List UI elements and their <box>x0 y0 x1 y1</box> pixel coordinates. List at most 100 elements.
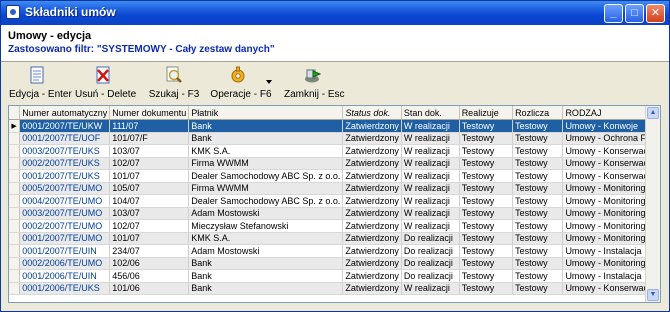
table-cell[interactable]: 0002/2007/TE/UKS <box>19 157 111 170</box>
column-header[interactable]: Numer automatyczny <box>19 106 111 120</box>
table-cell[interactable]: 0005/2007/TE/UMO <box>19 182 111 195</box>
table-cell[interactable]: W realizacji <box>401 119 460 133</box>
table-cell[interactable]: Zatwierdzony <box>342 144 402 158</box>
table-cell[interactable]: 101/07 <box>109 169 190 183</box>
vertical-scrollbar[interactable]: ▲ ▼ <box>645 106 660 302</box>
table-row[interactable]: 0001/2007/TE/UIN 234/07 Adam Mostowski Zatw… <box>9 244 660 258</box>
table-cell[interactable]: Firma WWMM <box>188 182 344 195</box>
delete-button[interactable]: Usuń - Delete <box>75 66 136 100</box>
table-cell[interactable]: 0001/2007/TE/UKW <box>19 119 111 133</box>
table-cell[interactable]: 102/06 <box>109 257 190 270</box>
search-button[interactable]: Szukaj - F3 <box>147 66 201 100</box>
table-cell[interactable]: W realizacji <box>401 207 460 220</box>
operations-button[interactable]: Operacje - F6 <box>209 66 273 100</box>
table-cell[interactable]: Testowy <box>459 269 514 283</box>
table-cell[interactable]: 0001/2006/TE/UKS <box>19 282 111 295</box>
column-header[interactable]: Rozlicza <box>512 106 564 120</box>
table-cell[interactable]: Testowy <box>459 157 514 170</box>
table-cell[interactable]: 0002/2007/TE/UMO <box>19 219 111 233</box>
table-cell[interactable]: 0002/2006/TE/UMO <box>19 257 111 270</box>
table-cell[interactable]: 101/06 <box>109 282 190 295</box>
table-cell[interactable]: Do realizacji <box>401 244 460 258</box>
table-cell[interactable]: Testowy <box>512 194 564 208</box>
table-cell[interactable]: Testowy <box>459 182 514 195</box>
column-header[interactable]: Status dok. <box>342 106 402 120</box>
title-bar[interactable]: Składniki umów _ □ ✕ <box>1 1 669 25</box>
table-cell[interactable]: Bank <box>188 132 344 145</box>
table-cell[interactable]: Testowy <box>459 132 514 145</box>
table-cell[interactable]: W realizacji <box>401 282 460 295</box>
table-cell[interactable]: Zatwierdzony <box>342 269 402 283</box>
table-row[interactable]: 0002/2007/TE/UKS 102/07 Firma WWMM Zatwierd… <box>9 157 660 170</box>
table-row[interactable]: 0001/2007/TE/UMO 101/07 KMK S.A. Zatwierdzo… <box>9 232 660 245</box>
table-cell[interactable]: Mieczysław Stefanowski <box>188 219 344 233</box>
row-indicator[interactable] <box>9 132 21 145</box>
table-cell[interactable]: Do realizacji <box>401 257 460 270</box>
maximize-button[interactable]: □ <box>625 4 644 23</box>
table-row[interactable]: 0005/2007/TE/UMO 105/07 Firma WWMM Zatwierd… <box>9 182 660 195</box>
table-cell[interactable]: Zatwierdzony <box>342 232 402 245</box>
table-row[interactable]: 0003/2007/TE/UKS 103/07 KMK S.A. Zatwierdzo… <box>9 144 660 158</box>
table-cell[interactable]: Zatwierdzony <box>342 169 402 183</box>
table-cell[interactable]: Testowy <box>512 119 564 133</box>
table-row[interactable]: 0002/2006/TE/UMO 102/06 Bank Zatwierdzony Do… <box>9 257 660 270</box>
table-cell[interactable]: 234/07 <box>109 244 190 258</box>
table-cell[interactable]: Zatwierdzony <box>342 132 402 145</box>
row-indicator[interactable] <box>9 244 21 258</box>
column-header[interactable]: Numer dokumentu <box>109 106 190 120</box>
table-cell[interactable]: 0001/2007/TE/UMO <box>19 232 111 245</box>
row-indicator[interactable] <box>9 194 21 208</box>
row-indicator[interactable] <box>9 157 21 170</box>
table-cell[interactable]: Testowy <box>459 257 514 270</box>
table-cell[interactable]: 111/07 <box>109 119 190 133</box>
table-cell[interactable]: Bank <box>188 269 344 283</box>
operations-dropdown-arrow[interactable] <box>265 76 273 84</box>
table-cell[interactable]: 102/07 <box>109 157 190 170</box>
table-cell[interactable]: W realizacji <box>401 144 460 158</box>
table-cell[interactable]: Testowy <box>512 282 564 295</box>
table-cell[interactable]: Zatwierdzony <box>342 194 402 208</box>
table-cell[interactable]: W realizacji <box>401 219 460 233</box>
table-cell[interactable]: 102/07 <box>109 219 190 233</box>
table-cell[interactable]: Zatwierdzony <box>342 282 402 295</box>
table-cell[interactable]: 103/07 <box>109 144 190 158</box>
table-cell[interactable]: KMK S.A. <box>188 232 344 245</box>
column-header[interactable]: Płatnik <box>188 106 344 120</box>
table-cell[interactable]: 456/06 <box>109 269 190 283</box>
table-cell[interactable]: Testowy <box>459 207 514 220</box>
table-cell[interactable]: Testowy <box>512 244 564 258</box>
table-cell[interactable]: Bank <box>188 257 344 270</box>
scroll-down-button[interactable]: ▼ <box>647 289 659 301</box>
table-cell[interactable]: 105/07 <box>109 182 190 195</box>
table-cell[interactable]: Adam Mostowski <box>188 207 344 220</box>
table-row[interactable]: 0001/2006/TE/UKS 101/06 Bank Zatwierdzony W … <box>9 282 660 295</box>
table-cell[interactable]: Zatwierdzony <box>342 244 402 258</box>
row-indicator[interactable]: ▶ <box>9 119 21 133</box>
table-cell[interactable]: Bank <box>188 119 344 133</box>
table-cell[interactable]: W realizacji <box>401 157 460 170</box>
table-row[interactable]: 0001/2006/TE/UIN 456/06 Bank Zatwierdzony Do… <box>9 269 660 283</box>
table-cell[interactable]: 0003/2007/TE/UMO <box>19 207 111 220</box>
table-cell[interactable]: 101/07 <box>109 232 190 245</box>
table-cell[interactable]: 0001/2007/TE/UIN <box>19 244 111 258</box>
row-indicator[interactable] <box>9 257 21 270</box>
table-cell[interactable]: 0004/2007/TE/UMO <box>19 194 111 208</box>
column-header[interactable]: Stan dok. <box>401 106 460 120</box>
close-window-button[interactable]: Zamknij - Esc <box>284 66 345 100</box>
row-indicator[interactable] <box>9 169 21 183</box>
table-row[interactable]: 0001/2007/TE/UOF 101/07/F Bank Zatwierdzony… <box>9 132 660 145</box>
table-cell[interactable]: Testowy <box>512 144 564 158</box>
table-cell[interactable]: Testowy <box>512 257 564 270</box>
table-cell[interactable]: W realizacji <box>401 169 460 183</box>
row-indicator[interactable] <box>9 269 21 283</box>
table-cell[interactable]: Testowy <box>459 169 514 183</box>
table-cell[interactable]: Dealer Samochodowy ABC Sp. z o.o. <box>188 169 344 183</box>
table-cell[interactable]: W realizacji <box>401 194 460 208</box>
table-row[interactable]: 0004/2007/TE/UMO 104/07 Dealer Samochodowy… <box>9 194 660 208</box>
table-row[interactable]: ▶ 0001/2007/TE/UKW 111/07 Bank Zatwierdzony W… <box>9 119 660 133</box>
table-cell[interactable]: Testowy <box>512 232 564 245</box>
edit-button[interactable]: Edycja - Enter <box>9 66 72 100</box>
row-indicator[interactable] <box>9 182 21 195</box>
row-indicator[interactable] <box>9 219 21 233</box>
row-indicator[interactable] <box>9 207 21 220</box>
